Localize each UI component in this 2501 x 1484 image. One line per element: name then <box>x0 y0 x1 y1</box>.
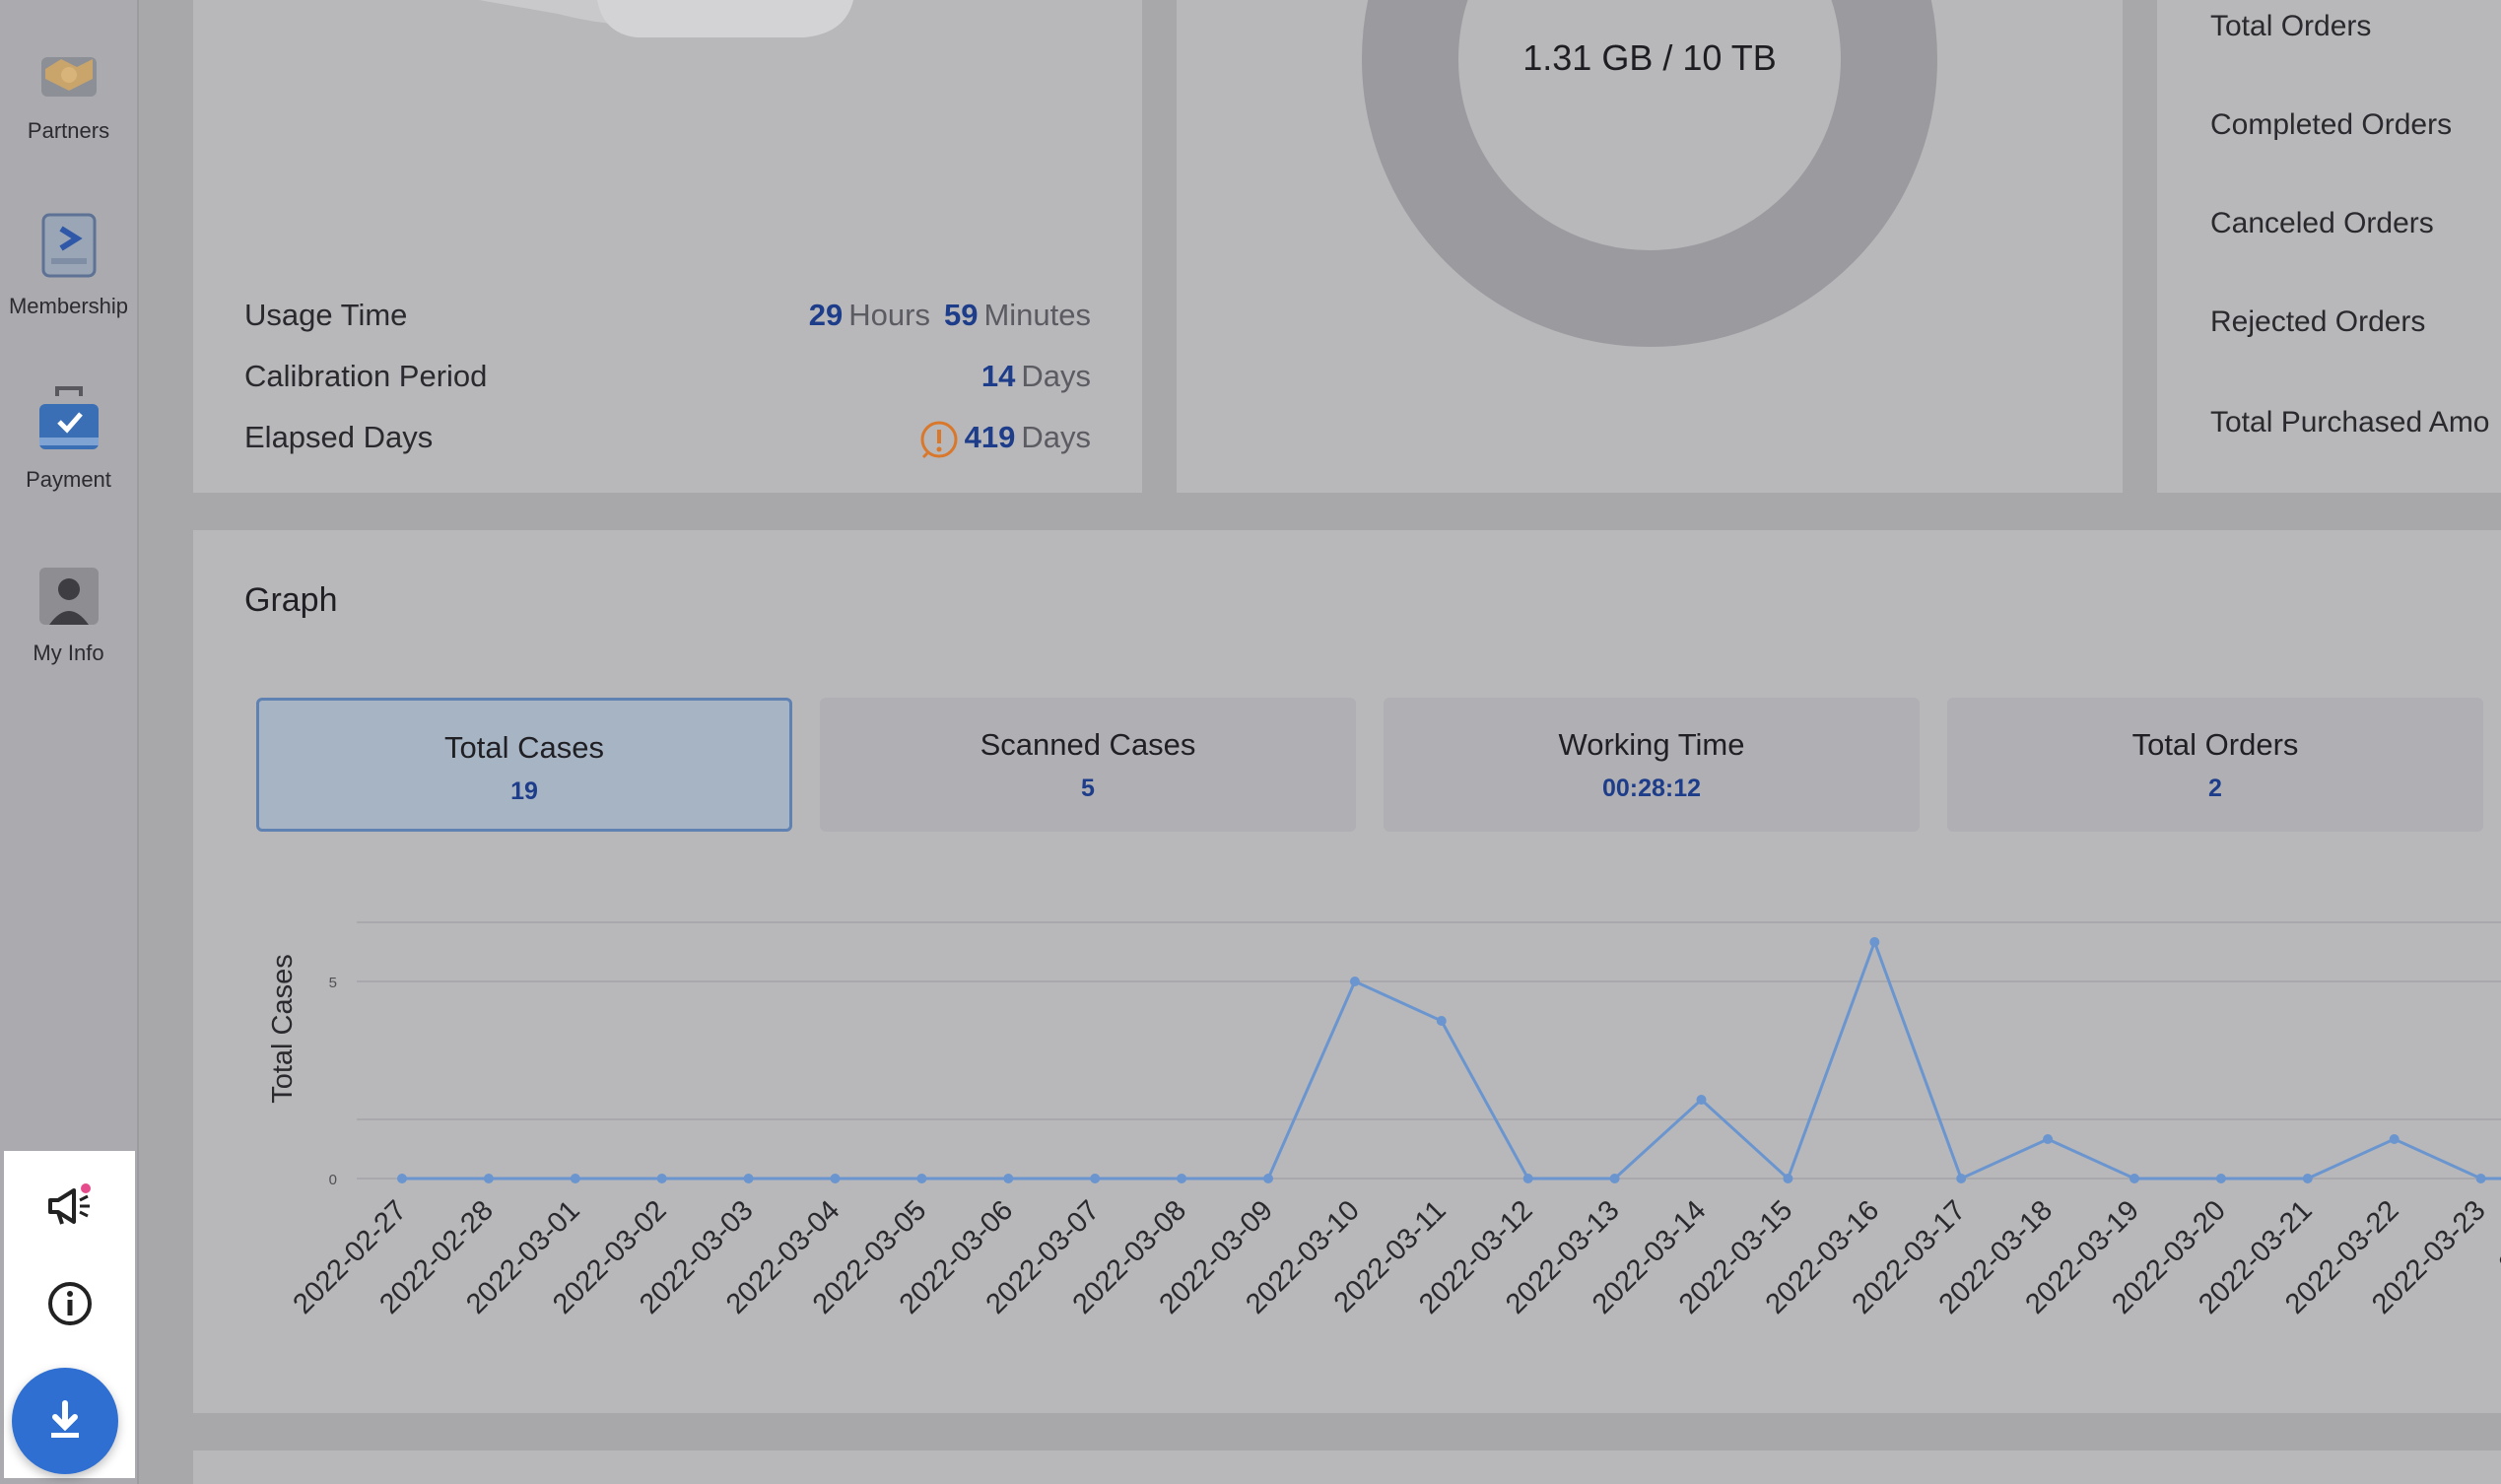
data-point <box>1177 1174 1187 1183</box>
data-point <box>570 1174 580 1183</box>
rejected-orders-label: Rejected Orders <box>2210 305 2426 338</box>
device-image <box>479 0 853 37</box>
total-purchased-amount-label: Total Purchased Amo <box>2210 406 2490 438</box>
data-point <box>2043 1134 2054 1144</box>
data-point <box>916 1174 927 1183</box>
sidebar-item-membership[interactable]: Membership <box>0 205 137 319</box>
data-point <box>1609 1174 1620 1183</box>
data-point <box>1696 1095 1707 1105</box>
elapsed-days-value: 419 Days <box>919 420 1091 459</box>
data-point <box>830 1174 841 1183</box>
handshake-icon <box>40 57 97 97</box>
data-point <box>1956 1174 1967 1183</box>
orders-card: Total Orders Completed Orders Canceled O… <box>2157 0 2501 493</box>
sidebar-item-payment[interactable]: Payment <box>0 378 137 493</box>
storage-card: 1.31 GB / 10 TB <box>1177 0 2123 493</box>
y-axis-label: Total Cases <box>267 954 299 1104</box>
download-button[interactable] <box>12 1368 118 1474</box>
data-point <box>1522 1174 1533 1183</box>
device-usage-card: Usage Time 29 Hours 59 Minutes Calibration … <box>193 0 1142 493</box>
data-point <box>2215 1174 2226 1183</box>
sidebar: Partners Membership Payment My Info <box>0 0 139 1484</box>
usage-time-value: 29 Hours 59 Minutes <box>808 298 1091 332</box>
data-point <box>1349 977 1360 986</box>
canceled-orders-label: Canceled Orders <box>2210 207 2434 239</box>
announcement-button[interactable] <box>4 1182 135 1235</box>
sidebar-item-label: Partners <box>27 118 110 143</box>
sidebar-item-label: Payment <box>26 467 111 492</box>
info-button[interactable] <box>4 1279 135 1333</box>
membership-icon <box>41 213 96 278</box>
data-point <box>2129 1174 2139 1183</box>
data-point <box>2475 1174 2486 1183</box>
data-point <box>483 1174 494 1183</box>
data-point <box>743 1174 754 1183</box>
data-point <box>397 1174 407 1183</box>
person-icon <box>38 568 99 625</box>
series-line <box>402 937 2501 1181</box>
x-tick-label: 2022-0 <box>2493 1194 2501 1279</box>
sidebar-item-label: Membership <box>8 294 129 318</box>
warning-icon <box>920 421 958 459</box>
usage-time-label: Usage Time <box>244 298 408 332</box>
y-tick-label: 0 <box>329 1172 337 1188</box>
utility-panel <box>4 1151 135 1478</box>
elapsed-days-label: Elapsed Days <box>244 420 434 454</box>
payment-icon <box>38 386 99 449</box>
sidebar-item-label: My Info <box>33 641 104 665</box>
data-point <box>1090 1174 1101 1183</box>
next-card <box>193 1450 2501 1484</box>
calibration-period-label: Calibration Period <box>244 359 488 393</box>
sidebar-item-my-info[interactable]: My Info <box>0 552 137 666</box>
data-point <box>1436 1016 1447 1026</box>
calibration-period-value: 14 Days <box>980 359 1091 393</box>
y-tick-label: 5 <box>329 975 337 991</box>
data-point <box>1003 1174 1014 1183</box>
storage-usage-text: 1.31 GB / 10 TB <box>1522 37 1777 78</box>
data-point <box>1263 1174 1273 1183</box>
data-point <box>1869 937 1880 947</box>
download-icon <box>51 1400 79 1438</box>
total-cases-line-chart: 05Total Cases2022-02-272022-02-282022-03… <box>267 921 2501 1320</box>
data-point <box>1783 1174 1793 1183</box>
data-point <box>2302 1174 2313 1183</box>
sidebar-item-partners[interactable]: Partners <box>0 30 137 144</box>
megaphone-icon <box>47 1183 91 1225</box>
completed-orders-label: Completed Orders <box>2210 108 2453 141</box>
graph-card: Graph Total Cases 19 Scanned Cases 5 Wor… <box>193 530 2501 1413</box>
total-orders-label: Total Orders <box>2210 10 2372 42</box>
info-icon <box>47 1282 92 1325</box>
data-point <box>2389 1134 2400 1144</box>
data-point <box>656 1174 667 1183</box>
